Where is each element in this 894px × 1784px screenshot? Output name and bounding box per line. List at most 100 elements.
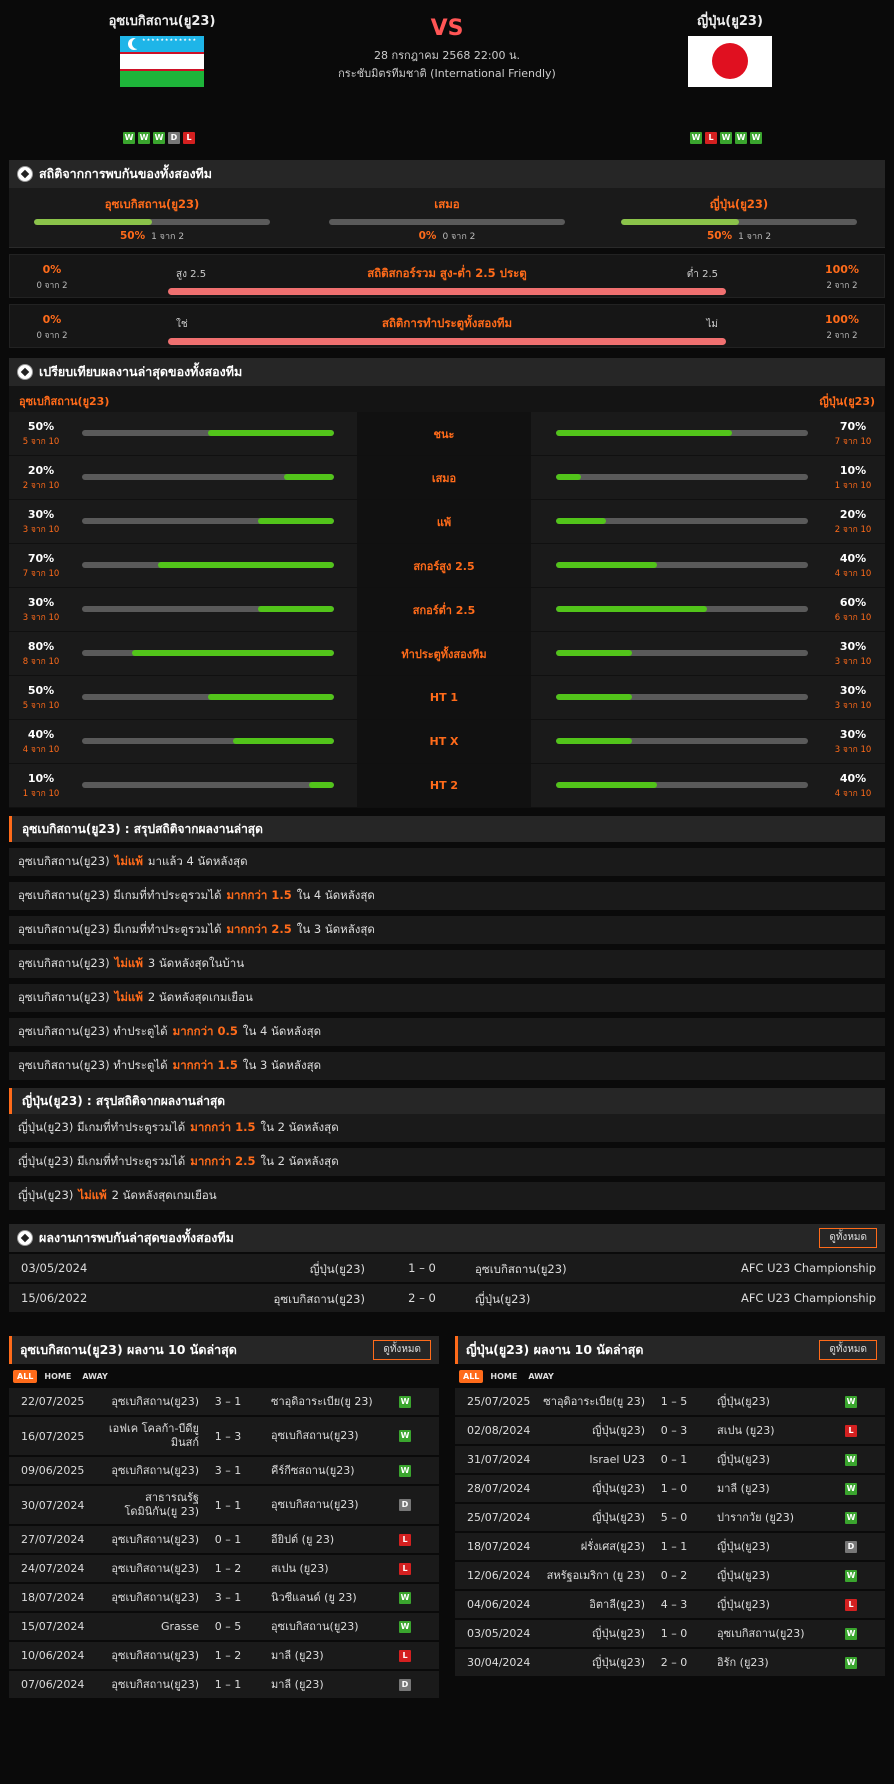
summary-text-post: ใน 2 นัดหลังสุด (260, 1154, 339, 1168)
result-home-team[interactable]: ญี่ปุ่น(ยู23) (310, 1261, 365, 1279)
match-home-team[interactable]: อุซเบกิสถาน(ยู23) (94, 1562, 199, 1576)
last10-row[interactable]: 25/07/2025 ซาอุดิอาระเบีย(ยู 23) 1 – 5 ญี่ป… (455, 1388, 885, 1415)
match-away-team[interactable]: ซาอุดิอาระเบีย(ยู 23) (271, 1395, 381, 1409)
last10-row[interactable]: 03/05/2024 ญี่ปุ่น(ยู23) 1 – 0 อุซเบกิสถาน(… (455, 1620, 885, 1647)
h2h-result-row[interactable]: 03/05/2024 ญี่ปุ่น(ยู23) 1 – 0 อุซเบกิสถาน(… (9, 1254, 885, 1282)
match-home-team[interactable]: Grasse (94, 1620, 199, 1634)
match-score: 0 – 2 (660, 1569, 688, 1582)
last10-row[interactable]: 30/04/2024 ญี่ปุ่น(ยู23) 2 – 0 อิรัก (ยู23)… (455, 1649, 885, 1676)
match-home-team[interactable]: สหรัฐอเมริกา (ยู 23) (540, 1569, 645, 1583)
compare-home-team[interactable]: อุซเบกิสถาน(ยู23) (19, 392, 109, 410)
compare-home-bar-fill (132, 650, 334, 656)
compare-home-bar (82, 738, 334, 744)
match-away-team[interactable]: ญี่ปุ่น(ยู23) (717, 1598, 827, 1612)
last10-row[interactable]: 24/07/2024 อุซเบกิสถาน(ยู23) 1 – 2 สเปน (ยู… (9, 1555, 439, 1582)
result-badge: W (845, 1511, 857, 1524)
view-all-button[interactable]: ดูทั้งหมด (819, 1228, 877, 1248)
match-home-team[interactable]: ซาอุดิอาระเบีย(ยู 23) (540, 1395, 645, 1409)
match-away-team[interactable]: อุซเบกิสถาน(ยู23) (717, 1627, 827, 1641)
result-away-team[interactable]: อุซเบกิสถาน(ยู23) (475, 1261, 567, 1279)
btts-no-of: 2 จาก 2 (826, 331, 858, 341)
match-home-team[interactable]: ญี่ปุ่น(ยู23) (540, 1424, 645, 1438)
match-home-team[interactable]: ญี่ปุ่น(ยู23) (540, 1656, 645, 1670)
view-all-button[interactable]: ดูทั้งหมด (373, 1340, 431, 1360)
last10-row[interactable]: 12/06/2024 สหรัฐอเมริกา (ยู 23) 0 – 2 ญี่ปุ… (455, 1562, 885, 1589)
football-icon (17, 364, 33, 380)
match-home-team[interactable]: เอฟเค โคลก้า-บีดียูมินสก์ (94, 1422, 199, 1450)
match-home-team[interactable]: ญี่ปุ่น(ยู23) (540, 1627, 645, 1641)
match-home-team[interactable]: ญี่ปุ่น(ยู23) (540, 1482, 645, 1496)
result-badge: W (399, 1430, 411, 1442)
last10-row[interactable]: 22/07/2025 อุซเบกิสถาน(ยู23) 3 – 1 ซาอุดิอา… (9, 1388, 439, 1415)
result-home-team[interactable]: อุซเบกิสถาน(ยู23) (273, 1291, 365, 1309)
last10-row[interactable]: 18/07/2024 ฝรั่งเศส(ยู23) 1 – 1 ญี่ปุ่น(ยู2… (455, 1533, 885, 1560)
match-away-team[interactable]: อุซเบกิสถาน(ยู23) (271, 1498, 381, 1512)
section-title: เปรียบเทียบผลงานล่าสุดของทั้งสองทีม (39, 364, 243, 379)
match-away-team[interactable]: ญี่ปุ่น(ยู23) (717, 1569, 827, 1583)
filter-tab-home[interactable]: HOME (486, 1370, 521, 1383)
match-away-team[interactable]: อิรัก (ยู23) (717, 1656, 827, 1670)
last10-home-header: อุซเบกิสถาน(ยู23) ผลงาน 10 นัดล่าสุด ดูท… (9, 1336, 439, 1364)
match-away-team[interactable]: ปารากวัย (ยู23) (717, 1511, 827, 1525)
filter-tab-home[interactable]: HOME (40, 1370, 75, 1383)
h2h-result-row[interactable]: 15/06/2022 อุซเบกิสถาน(ยู23) 2 – 0 ญี่ปุ่น(… (9, 1284, 885, 1312)
compare-home-value: 30% 3 จาก 10 (17, 508, 65, 536)
match-away-team[interactable]: คีร์กีซสถาน(ยู23) (271, 1464, 381, 1478)
match-away-team[interactable]: ญี่ปุ่น(ยู23) (717, 1453, 827, 1467)
ou-title: สถิติสกอร์รวม สูง-ต่ำ 2.5 ประตู (367, 266, 527, 280)
match-away-team[interactable]: ญี่ปุ่น(ยู23) (717, 1395, 827, 1409)
btts-no-label: ไม่ (706, 319, 718, 330)
last10-row[interactable]: 25/07/2024 ญี่ปุ่น(ยู23) 5 – 0 ปารากวัย (ยู… (455, 1504, 885, 1531)
last10-row[interactable]: 07/06/2024 อุซเบกิสถาน(ยู23) 1 – 1 มาลี (ยู… (9, 1671, 439, 1698)
compare-header: เปรียบเทียบผลงานล่าสุดของทั้งสองทีม (9, 358, 885, 386)
ou-under-pct: 100% (825, 263, 859, 276)
match-home-team[interactable]: อุซเบกิสถาน(ยู23) (94, 1395, 199, 1409)
match-home-team[interactable]: อุซเบกิสถาน(ยู23) (94, 1591, 199, 1605)
compare-away-team[interactable]: ญี่ปุ่น(ยู23) (819, 392, 875, 410)
compare-home-bar-fill (308, 782, 334, 788)
filter-tab-all[interactable]: ALL (459, 1369, 484, 1383)
result-badge: W (845, 1395, 857, 1408)
last10-row[interactable]: 09/06/2025 อุซเบกิสถาน(ยู23) 3 – 1 คีร์กีซส… (9, 1457, 439, 1484)
view-all-button[interactable]: ดูทั้งหมด (819, 1340, 877, 1360)
filter-tab-all[interactable]: ALL (13, 1369, 38, 1383)
last10-row[interactable]: 27/07/2024 อุซเบกิสถาน(ยู23) 0 – 1 อียิปต์ … (9, 1526, 439, 1553)
match-home-team[interactable]: อิตาลี(ยู23) (540, 1598, 645, 1612)
match-away-team[interactable]: ญี่ปุ่น(ยู23) (717, 1540, 827, 1554)
match-away-team[interactable]: มาลี (ยู23) (717, 1482, 827, 1496)
match-home-team[interactable]: อุซเบกิสถาน(ยู23) (94, 1678, 199, 1692)
match-home-team[interactable]: อุซเบกิสถาน(ยู23) (94, 1464, 199, 1478)
last10-row[interactable]: 18/07/2024 อุซเบกิสถาน(ยู23) 3 – 1 นิวซีแลน… (9, 1584, 439, 1611)
result-away-team[interactable]: ญี่ปุ่น(ยู23) (475, 1291, 530, 1309)
last10-row[interactable]: 10/06/2024 อุซเบกิสถาน(ยู23) 1 – 2 มาลี (ยู… (9, 1642, 439, 1669)
result-badge: D (399, 1499, 411, 1511)
away-team-name[interactable]: ญี่ปุ่น(ยู23) (630, 10, 830, 31)
match-away-team[interactable]: นิวซีแลนด์ (ยู 23) (271, 1591, 381, 1605)
match-home-team[interactable]: Israel U23 (540, 1453, 645, 1467)
filter-tab-away[interactable]: AWAY (78, 1370, 112, 1383)
match-home-team[interactable]: อุซเบกิสถาน(ยู23) (94, 1533, 199, 1547)
form-badge: W (138, 132, 150, 144)
last10-row[interactable]: 02/08/2024 ญี่ปุ่น(ยู23) 0 – 3 สเปน (ยู23) L (455, 1417, 885, 1444)
last10-row[interactable]: 31/07/2024 Israel U23 0 – 1 ญี่ปุ่น(ยู23) W (455, 1446, 885, 1473)
match-home-team[interactable]: อุซเบกิสถาน(ยู23) (94, 1649, 199, 1663)
match-away-team[interactable]: อุซเบกิสถาน(ยู23) (271, 1429, 381, 1443)
match-home-team[interactable]: ฝรั่งเศส(ยู23) (540, 1540, 645, 1554)
match-away-team[interactable]: สเปน (ยู23) (271, 1562, 381, 1576)
last10-row[interactable]: 30/07/2024 สาธารณรัฐโดมินิกัน(ยู 23) 1 – 1… (9, 1486, 439, 1524)
match-away-team[interactable]: มาลี (ยู23) (271, 1649, 381, 1663)
compare-away-bar-fill (556, 650, 632, 656)
last10-row[interactable]: 16/07/2025 เอฟเค โคลก้า-บีดียูมินสก์ 1 – 3… (9, 1417, 439, 1455)
last10-row[interactable]: 15/07/2024 Grasse 0 – 5 อุซเบกิสถาน(ยู23) W (9, 1613, 439, 1640)
compare-away-bar (556, 738, 808, 744)
last10-row[interactable]: 04/06/2024 อิตาลี(ยู23) 4 – 3 ญี่ปุ่น(ยู23)… (455, 1591, 885, 1618)
match-away-team[interactable]: มาลี (ยู23) (271, 1678, 381, 1692)
match-score: 1 – 3 (214, 1429, 242, 1443)
match-away-team[interactable]: สเปน (ยู23) (717, 1424, 827, 1438)
filter-tab-away[interactable]: AWAY (524, 1370, 558, 1383)
match-home-team[interactable]: ญี่ปุ่น(ยู23) (540, 1511, 645, 1525)
last10-row[interactable]: 28/07/2024 ญี่ปุ่น(ยู23) 1 – 0 มาลี (ยู23) W (455, 1475, 885, 1502)
match-away-team[interactable]: อุซเบกิสถาน(ยู23) (271, 1620, 381, 1634)
match-away-team[interactable]: อียิปต์ (ยู 23) (271, 1533, 381, 1547)
match-home-team[interactable]: สาธารณรัฐโดมินิกัน(ยู 23) (94, 1491, 199, 1519)
